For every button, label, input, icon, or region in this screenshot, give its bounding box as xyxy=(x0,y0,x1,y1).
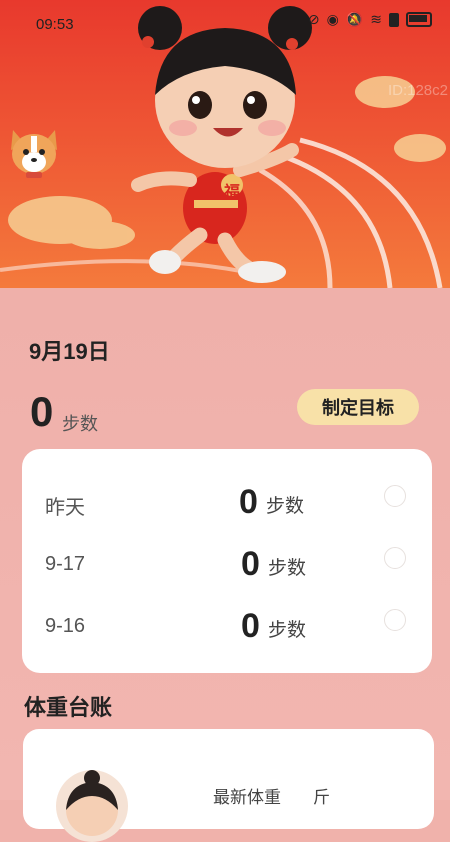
watermark-text: ID:128c2 xyxy=(387,82,448,99)
history-steps-count: 0 xyxy=(239,483,258,521)
history-steps-unit: 步数 xyxy=(266,496,305,517)
location-icon: ⊘ xyxy=(307,11,320,27)
history-steps-unit: 步数 xyxy=(268,558,307,579)
status-time: 09:53 xyxy=(36,16,74,33)
today-steps-unit: 步数 xyxy=(62,414,98,434)
dog-mascot-icon[interactable] xyxy=(5,124,63,182)
history-steps-unit: 步数 xyxy=(268,620,307,641)
status-icons: ⊘ ◉ 🔕 ≋ xyxy=(308,11,432,28)
today-date: 9月19日 xyxy=(29,339,110,364)
battery-icon xyxy=(406,12,432,27)
history-steps-count: 0 xyxy=(241,607,260,645)
history-date-label: 昨天 xyxy=(45,497,85,519)
history-row-9-17[interactable]: 9-17 0 步数 xyxy=(22,531,432,591)
history-row-yesterday[interactable]: 昨天 0 步数 xyxy=(22,469,432,529)
eye-icon: ◉ xyxy=(326,11,339,27)
status-bar: 09:53 ⊘ ◉ 🔕 ≋ xyxy=(0,0,450,44)
history-steps-count: 0 xyxy=(241,545,260,583)
latest-weight-label: 最新体重 xyxy=(213,788,281,807)
set-goal-button[interactable]: 制定目标 xyxy=(297,389,419,425)
history-date-label: 9-17 xyxy=(45,553,86,575)
mute-icon: 🔕 xyxy=(345,11,364,27)
history-row-9-16[interactable]: 9-16 0 步数 xyxy=(22,593,432,653)
wifi-icon: ≋ xyxy=(370,11,382,27)
steps-history-card: 昨天 0 步数 9-17 0 步数 9-16 0 步数 xyxy=(22,449,432,673)
check-circle-icon[interactable] xyxy=(384,485,406,507)
hero-badge: 福 xyxy=(224,184,241,201)
today-steps-count: 0 xyxy=(30,388,54,435)
history-date-label: 9-16 xyxy=(45,615,86,637)
check-circle-icon[interactable] xyxy=(384,547,406,569)
check-circle-icon[interactable] xyxy=(384,609,406,631)
hero-banner: 福 09:53 ⊘ ◉ 🔕 ≋ ID:128c2 xyxy=(0,0,450,288)
sim-alert-icon xyxy=(389,12,399,27)
weight-unit: 斤 xyxy=(313,788,330,807)
avatar xyxy=(56,770,128,842)
weight-section-title: 体重台账 xyxy=(24,695,113,720)
